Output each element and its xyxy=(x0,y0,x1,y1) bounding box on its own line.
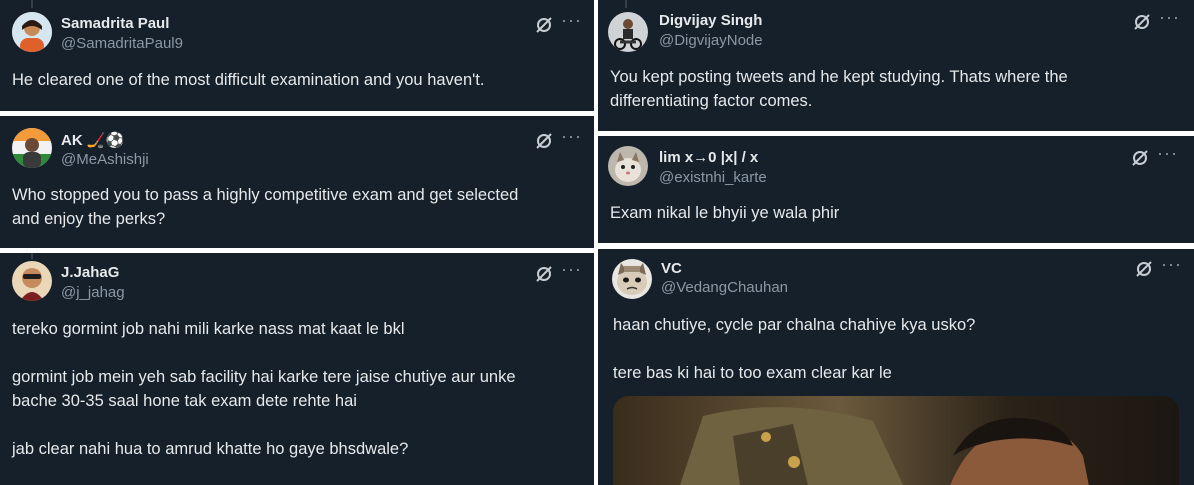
grok-icon[interactable] xyxy=(534,131,554,151)
more-icon[interactable]: ··· xyxy=(1161,254,1182,275)
grok-icon[interactable] xyxy=(1132,12,1152,32)
tweet-card[interactable]: AK 🏒⚽ @MeAshishji ··· Who stopped you to… xyxy=(0,116,594,248)
more-icon[interactable]: ··· xyxy=(561,126,582,147)
tweet-text: tereko gormint job nahi mili karke nass … xyxy=(12,320,516,458)
tweet-text: haan chutiye, cycle par chalna chahiye k… xyxy=(613,316,976,382)
thread-line xyxy=(31,253,33,259)
tweet-card[interactable]: VC @VedangChauhan ··· haan chutiye, cycl… xyxy=(598,249,1194,485)
grok-icon[interactable] xyxy=(1130,148,1150,168)
more-icon[interactable]: ··· xyxy=(561,10,582,31)
display-name[interactable]: Digvijay Singh xyxy=(659,12,762,29)
more-icon[interactable]: ··· xyxy=(1159,7,1180,28)
display-name[interactable]: AK 🏒⚽ xyxy=(61,131,124,149)
tweet-text: Exam nikal le bhyii ye wala phir xyxy=(610,204,840,222)
avatar[interactable] xyxy=(608,12,648,52)
tweet-media-image[interactable] xyxy=(613,396,1179,485)
thread-line xyxy=(625,0,627,8)
user-handle[interactable]: @j_jahag xyxy=(61,284,125,301)
tweet-text: You kept posting tweets and he kept stud… xyxy=(610,68,1068,110)
grok-icon[interactable] xyxy=(534,264,554,284)
display-name[interactable]: VC xyxy=(661,260,682,277)
user-handle[interactable]: @existnhi_karte xyxy=(659,169,767,186)
tweet-text: He cleared one of the most difficult exa… xyxy=(12,71,485,89)
more-icon[interactable]: ··· xyxy=(1157,143,1178,164)
avatar[interactable] xyxy=(12,128,52,168)
thread-line xyxy=(31,0,33,8)
tweet-text: Who stopped you to pass a highly competi… xyxy=(12,186,519,228)
tweet-card[interactable]: Samadrita Paul @SamadritaPaul9 ··· He cl… xyxy=(0,0,594,111)
user-handle[interactable]: @DigvijayNode xyxy=(659,32,763,49)
user-handle[interactable]: @VedangChauhan xyxy=(661,279,788,296)
display-name[interactable]: Samadrita Paul xyxy=(61,15,169,32)
avatar[interactable] xyxy=(612,259,652,299)
avatar[interactable] xyxy=(12,12,52,52)
display-name[interactable]: lim x→0 |x| / x xyxy=(659,149,758,166)
grok-icon[interactable] xyxy=(534,15,554,35)
avatar[interactable] xyxy=(12,261,52,301)
user-handle[interactable]: @MeAshishji xyxy=(61,151,149,168)
grok-icon[interactable] xyxy=(1134,259,1154,279)
display-name[interactable]: J.JahaG xyxy=(61,264,119,281)
avatar[interactable] xyxy=(608,146,648,186)
user-handle[interactable]: @SamadritaPaul9 xyxy=(61,35,183,52)
more-icon[interactable]: ··· xyxy=(561,259,582,280)
tweet-card[interactable]: Digvijay Singh @DigvijayNode ··· You kep… xyxy=(598,0,1194,131)
tweet-card[interactable]: J.JahaG @j_jahag ··· tereko gormint job … xyxy=(0,253,594,485)
tweet-card[interactable]: lim x→0 |x| / x @existnhi_karte ··· Exam… xyxy=(598,136,1194,243)
